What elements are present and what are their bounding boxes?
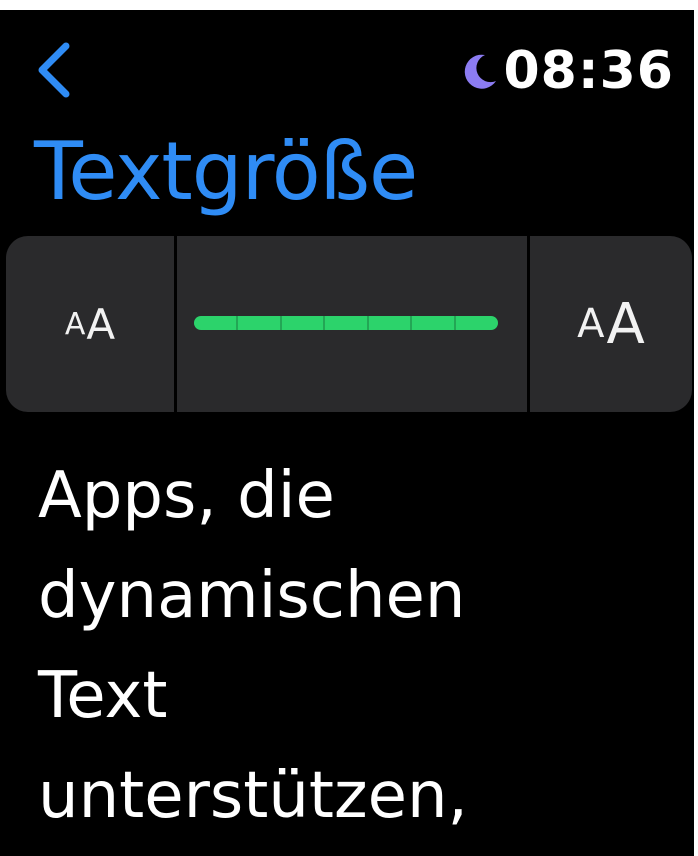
preview-text: Apps, die dynamischen Text unterstützen, [38,446,468,846]
decrease-text-size-button[interactable]: A A [6,236,174,412]
status-bar: 08:36 [459,34,674,108]
preview-line: Text [38,659,168,733]
level-segment-divider [410,316,412,330]
level-segment-divider [323,316,325,330]
back-button[interactable] [30,40,80,100]
moon-icon [465,54,497,89]
divider [174,236,177,412]
preview-line: Apps, die [38,459,335,533]
clock-time: 08:36 [503,41,674,101]
increase-big-a: A [606,291,645,357]
chevron-left-icon [38,42,70,98]
preview-line: dynamischen [38,559,466,633]
level-segment-divider [454,316,456,330]
text-size-level-bar [194,316,498,330]
level-segment-divider [236,316,238,330]
watch-screen: 08:36 Textgröße A A A A Apps, die dynamis… [0,10,694,856]
page-title: Textgröße [34,125,418,218]
preview-line: unterstützen, [38,759,468,833]
increase-small-a: A [577,301,605,347]
level-segment-divider [280,316,282,330]
decrease-big-a: A [86,299,116,349]
increase-text-size-button[interactable]: A A [530,236,692,412]
decrease-small-a: A [64,306,86,342]
level-segment-divider [367,316,369,330]
